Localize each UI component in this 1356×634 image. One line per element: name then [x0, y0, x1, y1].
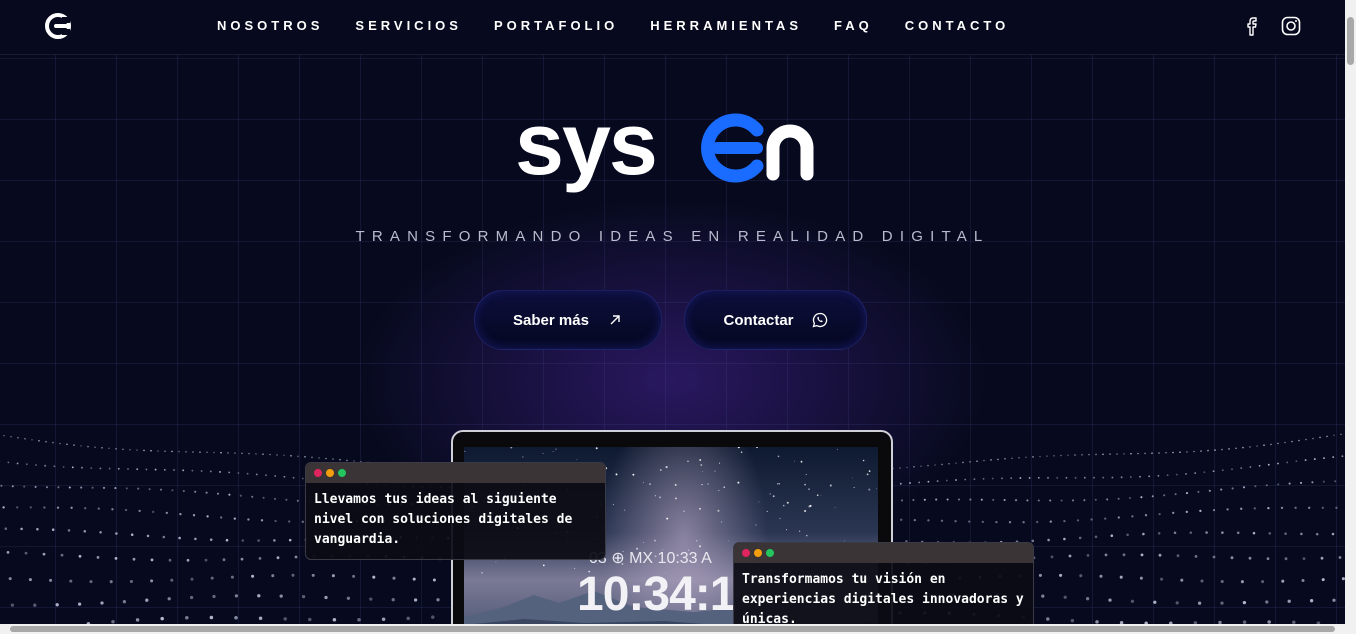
terminal-text: Transformamos tu visión en experiencias … [742, 572, 1024, 624]
terminal-titlebar [734, 543, 1033, 563]
saber-mas-label: Saber más [513, 311, 589, 329]
nav-nosotros[interactable]: NOSOTROS [217, 17, 323, 35]
nav-servicios[interactable]: SERVICIOS [355, 17, 462, 35]
facebook-icon[interactable] [1240, 15, 1262, 37]
instagram-icon[interactable] [1280, 15, 1302, 37]
syson-logo-icon[interactable] [44, 12, 72, 40]
terminal-card-2: Transformamos tu visión en experiencias … [733, 542, 1034, 624]
contactar-label: Contactar [723, 311, 794, 329]
horizontal-scrollbar[interactable] [0, 624, 1356, 634]
maximize-dot-icon [338, 469, 346, 477]
brand-logo: sys sysen [515, 108, 814, 193]
nav-menu: NOSOTROS SERVICIOS PORTAFOLIO HERRAMIENT… [217, 17, 1041, 35]
nav-contacto[interactable]: CONTACTO [905, 17, 1009, 35]
saber-mas-button[interactable]: Saber más [474, 290, 662, 350]
page: NOSOTROS SERVICIOS PORTAFOLIO HERRAMIENT… [0, 0, 1345, 624]
nav-herramientas[interactable]: HERRAMIENTAS [650, 17, 802, 35]
close-dot-icon [314, 469, 322, 477]
whatsapp-icon [812, 312, 827, 328]
nav-portafolio[interactable]: PORTAFOLIO [494, 17, 618, 35]
vertical-scrollbar[interactable] [1345, 0, 1356, 624]
minimize-dot-icon [754, 549, 762, 557]
terminal-titlebar [306, 463, 605, 483]
nav-faq[interactable]: FAQ [834, 17, 873, 35]
horizontal-scroll-thumb[interactable] [10, 626, 1335, 632]
brand-logo-accent [701, 113, 764, 183]
close-dot-icon [742, 549, 750, 557]
contactar-button[interactable]: Contactar [684, 290, 867, 350]
hero-tagline: TRANSFORMANDO IDEAS EN REALIDAD DIGITAL [355, 228, 990, 245]
vertical-scroll-thumb[interactable] [1347, 17, 1354, 65]
minimize-dot-icon [326, 469, 334, 477]
lock-screen-date: 03 ⊕ MX 10:33 A [589, 550, 712, 567]
maximize-dot-icon [766, 549, 774, 557]
svg-text:sys: sys [515, 108, 656, 193]
top-navbar: NOSOTROS SERVICIOS PORTAFOLIO HERRAMIENT… [0, 0, 1345, 55]
terminal-text: Llevamos tus ideas al siguiente nivel co… [314, 492, 573, 547]
terminal-card-1: Llevamos tus ideas al siguiente nivel co… [305, 462, 606, 560]
arrow-up-right-icon [610, 315, 620, 325]
lock-screen-time: 10:34:1 [577, 568, 736, 621]
